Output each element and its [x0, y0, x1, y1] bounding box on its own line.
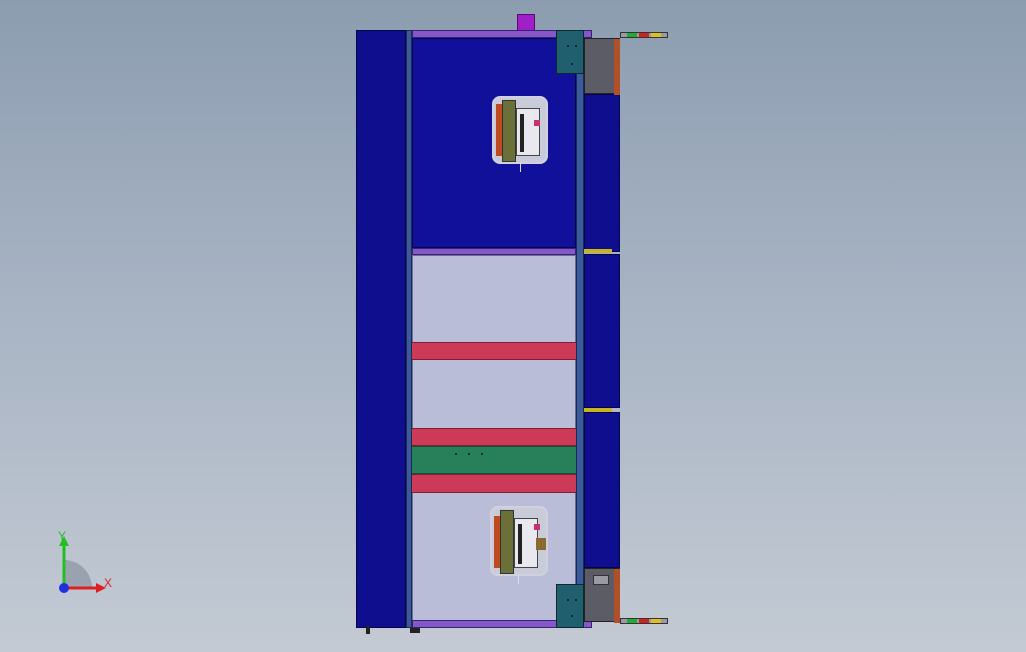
top-end-cap — [584, 38, 620, 95]
x-axis-label: X — [104, 576, 113, 590]
triad-arc — [64, 560, 92, 588]
y-axis-label: Y — [58, 529, 67, 543]
bottom-end-cap-edge — [614, 569, 620, 623]
bracket-bolt — [575, 45, 577, 47]
foot-right — [410, 628, 420, 633]
coordinate-triad[interactable]: Y X — [48, 529, 118, 600]
screw-dot-1 — [455, 453, 457, 455]
foot-left — [366, 626, 370, 634]
red-stripe-2 — [412, 428, 576, 446]
bracket-bolt — [567, 599, 569, 601]
signal-light-red — [639, 33, 649, 37]
right-inner-rail — [576, 38, 584, 622]
module-pink-part — [534, 120, 540, 126]
screw-dot-3 — [481, 453, 483, 455]
signal-light-red — [639, 619, 649, 623]
red-stripe-3 — [412, 474, 576, 493]
top-right-bracket — [556, 30, 584, 74]
module-pink-part — [534, 524, 540, 530]
red-stripe-1 — [412, 342, 576, 360]
bottom-end-cap — [584, 568, 620, 623]
right-column-segment-3 — [584, 412, 620, 568]
roller-detail — [593, 575, 609, 585]
right-column-segment-2 — [584, 254, 620, 408]
module-clamp — [520, 114, 524, 152]
module-stem — [518, 574, 519, 584]
machine-assembly[interactable] — [356, 14, 672, 638]
bracket-bolt — [575, 599, 577, 601]
mid-divider — [412, 248, 576, 255]
green-conveyor-strip — [412, 446, 576, 474]
left-side-panel — [356, 30, 406, 628]
bracket-bolt — [571, 615, 573, 617]
screw-dot-2 — [468, 453, 470, 455]
module-clamp — [518, 524, 522, 564]
top-end-cap-edge — [614, 39, 620, 95]
yellow-marker-1 — [584, 249, 612, 253]
right-column-segment-1 — [584, 94, 620, 252]
bracket-bolt — [567, 45, 569, 47]
signal-light-green — [627, 33, 637, 37]
bracket-bolt — [571, 63, 573, 65]
module-block-olive — [500, 510, 514, 574]
signal-light-yellow — [651, 619, 661, 623]
bottom-right-bracket — [556, 584, 584, 628]
signal-light-yellow — [651, 33, 661, 37]
z-axis-dot — [59, 583, 69, 593]
lower-gripper-module[interactable] — [490, 506, 548, 584]
signal-tower-top — [620, 32, 668, 38]
module-brown-part — [536, 538, 546, 550]
signal-light-green — [627, 619, 637, 623]
module-block-olive — [502, 100, 516, 162]
module-stem — [520, 162, 521, 172]
graphics-viewport[interactable]: Y X — [0, 0, 1026, 652]
signal-tower-bottom — [620, 618, 668, 624]
upper-gripper-module[interactable] — [492, 96, 548, 172]
